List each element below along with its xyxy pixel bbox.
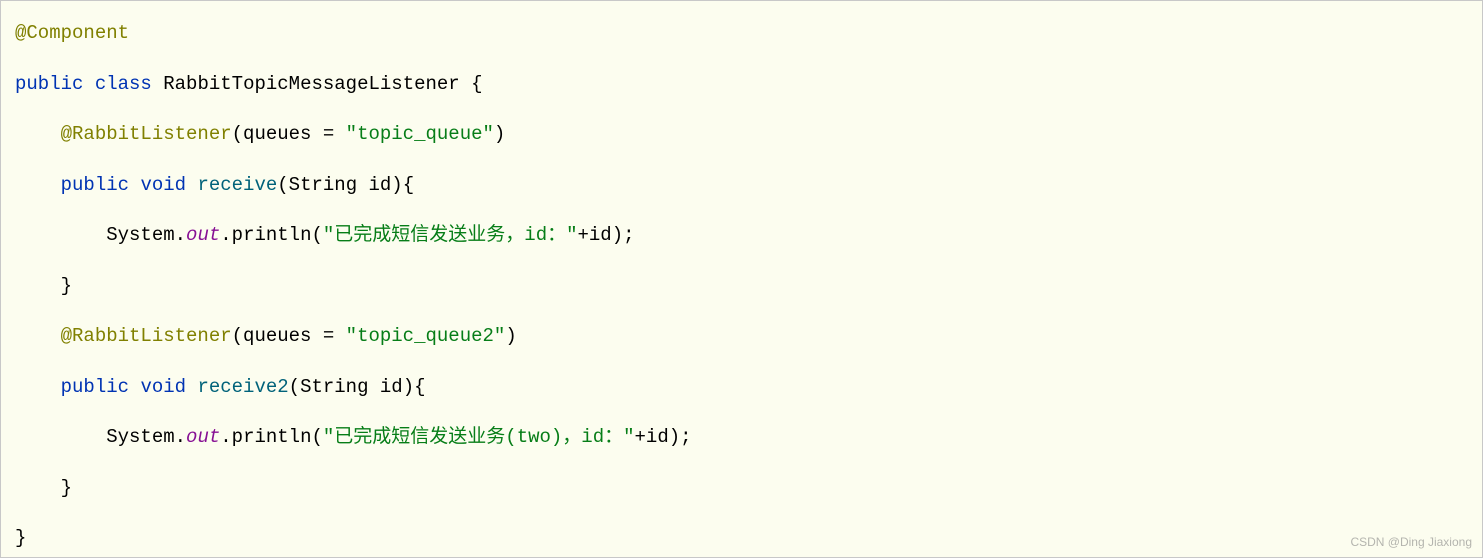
code-line: public void receive2(String id){	[15, 373, 1468, 402]
token-iden: System.	[106, 426, 186, 448]
code-line: @RabbitListener(queues = "topic_queue")	[15, 120, 1468, 149]
token-keyword: public	[15, 73, 83, 95]
code-line: public void receive(String id){	[15, 171, 1468, 200]
token-punc: +id);	[635, 426, 692, 448]
token-keyword: class	[95, 73, 152, 95]
code-line: }	[15, 524, 1468, 553]
code-line: @RabbitListener(queues = "topic_queue2")	[15, 322, 1468, 351]
code-line: public class RabbitTopicMessageListener …	[15, 70, 1468, 99]
token-punc	[129, 174, 140, 196]
token-keyword: void	[140, 174, 186, 196]
token-iden: .println(	[220, 426, 323, 448]
token-punc: (queues =	[232, 325, 346, 347]
token-static-field: out	[186, 426, 220, 448]
token-string: "已完成短信发送业务(two)，id："	[323, 426, 635, 448]
token-punc: (String id){	[277, 174, 414, 196]
token-punc: )	[505, 325, 516, 347]
token-keyword: public	[61, 376, 129, 398]
token-punc	[129, 376, 140, 398]
token-anno: @RabbitListener	[61, 123, 232, 145]
token-string: "topic_queue2"	[346, 325, 506, 347]
code-line: }	[15, 474, 1468, 503]
token-punc: (queues =	[232, 123, 346, 145]
token-method-decl: receive2	[197, 376, 288, 398]
code-line: System.out.println("已完成短信发送业务，id："+id);	[15, 221, 1468, 250]
watermark-text: CSDN @Ding Jiaxiong	[1350, 533, 1472, 551]
token-string: "topic_queue"	[346, 123, 494, 145]
token-punc	[152, 73, 163, 95]
token-punc: )	[494, 123, 505, 145]
token-iden: .println(	[220, 224, 323, 246]
token-keyword: void	[140, 376, 186, 398]
token-anno: @Component	[15, 22, 129, 44]
token-punc: {	[460, 73, 483, 95]
token-iden: System.	[106, 224, 186, 246]
token-punc: }	[15, 527, 26, 549]
token-punc: }	[61, 477, 72, 499]
token-anno: @RabbitListener	[61, 325, 232, 347]
token-string: "已完成短信发送业务，id："	[323, 224, 578, 246]
code-block: @Component public class RabbitTopicMessag…	[15, 19, 1468, 553]
token-keyword: public	[61, 174, 129, 196]
token-punc: (String id){	[289, 376, 426, 398]
token-method-decl: receive	[197, 174, 277, 196]
token-punc	[186, 174, 197, 196]
token-punc	[186, 376, 197, 398]
token-punc	[83, 73, 94, 95]
token-static-field: out	[186, 224, 220, 246]
code-line: System.out.println("已完成短信发送业务(two)，id："+…	[15, 423, 1468, 452]
code-line: @Component	[15, 19, 1468, 48]
token-class-name: RabbitTopicMessageListener	[163, 73, 459, 95]
code-line: }	[15, 272, 1468, 301]
token-punc: +id);	[578, 224, 635, 246]
token-punc: }	[61, 275, 72, 297]
